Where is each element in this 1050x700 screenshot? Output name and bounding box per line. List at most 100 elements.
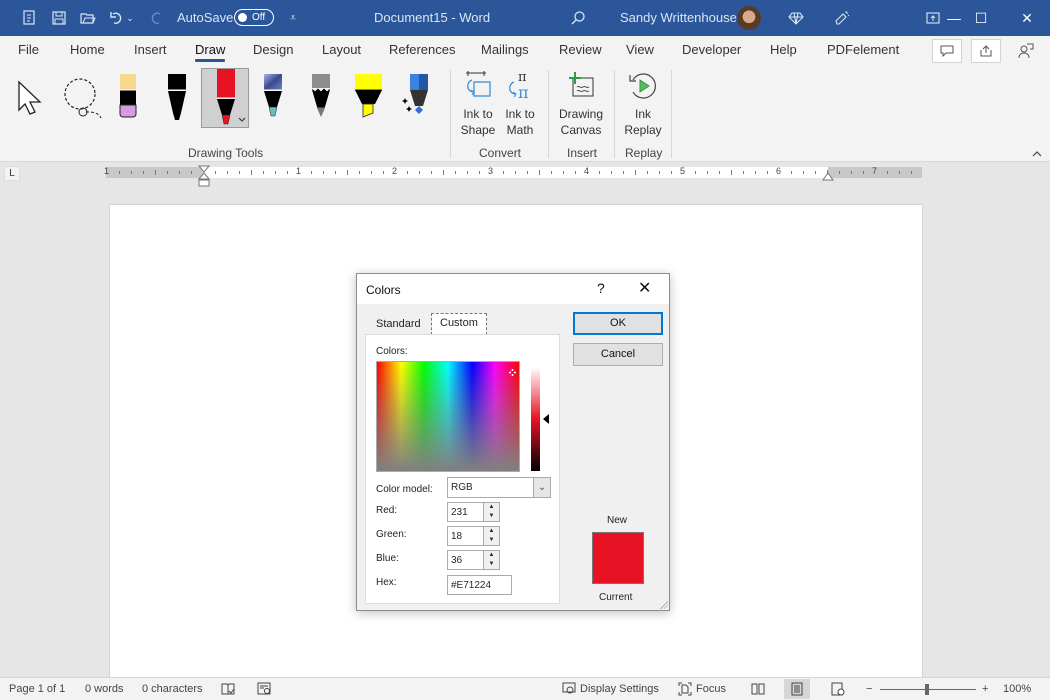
tab-pdfelement[interactable]: PDFelement <box>827 42 899 57</box>
focus-button[interactable]: Focus <box>696 683 726 695</box>
tab-standard[interactable]: Standard <box>368 315 429 335</box>
accessibility-icon[interactable] <box>257 682 271 699</box>
ink-replay-button[interactable]: Ink Replay <box>622 70 664 138</box>
black-pen-tool[interactable] <box>158 68 196 124</box>
open-folder-icon[interactable] <box>78 8 98 28</box>
hex-input[interactable]: #E71224 <box>447 575 512 595</box>
focus-icon[interactable] <box>678 682 692 699</box>
resize-grip-icon[interactable] <box>660 601 668 609</box>
pen-icon <box>168 74 186 120</box>
tab-developer[interactable]: Developer <box>682 42 741 57</box>
blue-stepper[interactable]: ▲ ▼ <box>484 550 500 570</box>
comments-icon[interactable] <box>932 39 962 63</box>
save-icon[interactable] <box>49 8 69 28</box>
page-count[interactable]: Page 1 of 1 <box>9 683 65 695</box>
ink-to-shape-button[interactable]: Ink to Shape <box>458 70 498 138</box>
color-spectrum-picker[interactable] <box>376 361 520 472</box>
tab-layout[interactable]: Layout <box>322 42 361 57</box>
spin-up-icon[interactable]: ▲ <box>484 551 499 560</box>
customize-qat-icon[interactable]: ⩡ <box>283 8 303 28</box>
tab-view[interactable]: View <box>626 42 654 57</box>
close-icon[interactable]: ✕ <box>1004 0 1050 36</box>
spin-down-icon[interactable]: ▼ <box>484 512 499 521</box>
read-mode-icon[interactable] <box>745 679 771 699</box>
search-icon[interactable] <box>568 8 588 28</box>
color-crosshair-icon[interactable] <box>509 369 516 376</box>
blue-label: Blue: <box>376 553 399 564</box>
pen-icon <box>264 74 282 117</box>
drawing-canvas-button[interactable]: Drawing Canvas <box>557 70 605 138</box>
tab-review[interactable]: Review <box>559 42 602 57</box>
luminance-slider[interactable] <box>531 367 540 471</box>
avatar[interactable] <box>737 6 761 30</box>
ink-to-math-icon: ππ <box>509 70 529 102</box>
tab-custom[interactable]: Custom <box>431 313 487 335</box>
user-name[interactable]: Sandy Writtenhouse <box>620 10 737 25</box>
tab-draw[interactable]: Draw <box>195 42 226 62</box>
color-model-select[interactable]: RGB ⌄ <box>447 477 551 498</box>
chevron-down-icon[interactable]: ⌄ <box>533 478 550 497</box>
pencil-tool[interactable] <box>302 68 340 124</box>
premium-diamond-icon[interactable] <box>786 8 806 28</box>
tab-mailings[interactable]: Mailings <box>481 42 529 57</box>
share-icon[interactable] <box>971 39 1001 63</box>
zoom-slider-thumb[interactable] <box>925 684 929 695</box>
zoom-in-button[interactable]: + <box>982 683 988 695</box>
green-stepper[interactable]: ▲ ▼ <box>484 526 500 546</box>
tab-references[interactable]: References <box>389 42 455 57</box>
green-input[interactable]: 18 <box>447 526 484 546</box>
select-objects-tool[interactable] <box>14 68 52 124</box>
spin-down-icon[interactable]: ▼ <box>484 560 499 569</box>
help-button[interactable]: ? <box>597 280 605 296</box>
spin-up-icon[interactable]: ▲ <box>484 503 499 512</box>
spin-down-icon[interactable]: ▼ <box>484 536 499 545</box>
action-pen-tool[interactable] <box>397 68 435 124</box>
zoom-out-button[interactable]: − <box>866 683 872 695</box>
new-document-icon[interactable] <box>20 8 40 28</box>
character-count[interactable]: 0 characters <box>142 683 203 695</box>
ink-to-math-button[interactable]: ππ Ink to Math <box>502 70 538 138</box>
tab-help[interactable]: Help <box>770 42 797 57</box>
display-settings-button[interactable]: Display Settings <box>580 683 659 695</box>
ink-replay-icon <box>629 73 656 99</box>
tab-file[interactable]: File <box>18 42 39 57</box>
maximize-icon[interactable]: ☐ <box>958 0 1004 36</box>
zoom-level[interactable]: 100% <box>1003 683 1031 695</box>
ruler-tick <box>275 171 276 174</box>
proofing-book-icon[interactable] <box>221 682 235 699</box>
coauthor-icon[interactable] <box>1011 39 1041 63</box>
cancel-button[interactable]: Cancel <box>573 343 663 366</box>
word-count[interactable]: 0 words <box>85 683 124 695</box>
ok-button[interactable]: OK <box>573 312 663 335</box>
print-layout-icon[interactable] <box>784 679 810 699</box>
ruler-tick <box>863 171 864 174</box>
galaxy-pen-tool[interactable] <box>254 68 292 124</box>
ruler-tick <box>335 171 336 174</box>
autosave-toggle[interactable]: Off <box>234 9 274 26</box>
ruler-tick <box>323 171 324 174</box>
pencil-icon <box>311 74 331 117</box>
horizontal-ruler[interactable]: 1 1 2 3 4 5 6 7 <box>104 166 922 178</box>
indent-marker[interactable] <box>198 165 210 187</box>
red-stepper[interactable]: ▲ ▼ <box>484 502 500 522</box>
lasso-select-tool[interactable] <box>60 68 106 124</box>
display-settings-icon[interactable] <box>562 682 576 699</box>
ruler-tick <box>287 171 288 174</box>
eraser-tool[interactable] <box>109 68 147 124</box>
tab-home[interactable]: Home <box>70 42 105 57</box>
collapse-ribbon-icon[interactable] <box>1032 148 1042 160</box>
undo-dropdown-icon[interactable]: ⌄ <box>124 8 136 28</box>
close-icon[interactable]: ✕ <box>638 278 651 298</box>
blue-input[interactable]: 36 <box>447 550 484 570</box>
tab-insert[interactable]: Insert <box>134 42 167 57</box>
web-layout-icon[interactable] <box>825 679 851 699</box>
right-indent-marker[interactable] <box>822 172 834 181</box>
red-pen-tool[interactable] <box>201 68 249 128</box>
red-input[interactable]: 231 <box>447 502 484 522</box>
tab-selector[interactable]: L <box>4 166 20 181</box>
ideas-icon[interactable] <box>832 8 852 28</box>
tab-design[interactable]: Design <box>253 42 293 57</box>
spin-up-icon[interactable]: ▲ <box>484 527 499 536</box>
luminance-arrow-icon[interactable] <box>543 414 549 424</box>
highlighter-tool[interactable] <box>349 68 387 124</box>
